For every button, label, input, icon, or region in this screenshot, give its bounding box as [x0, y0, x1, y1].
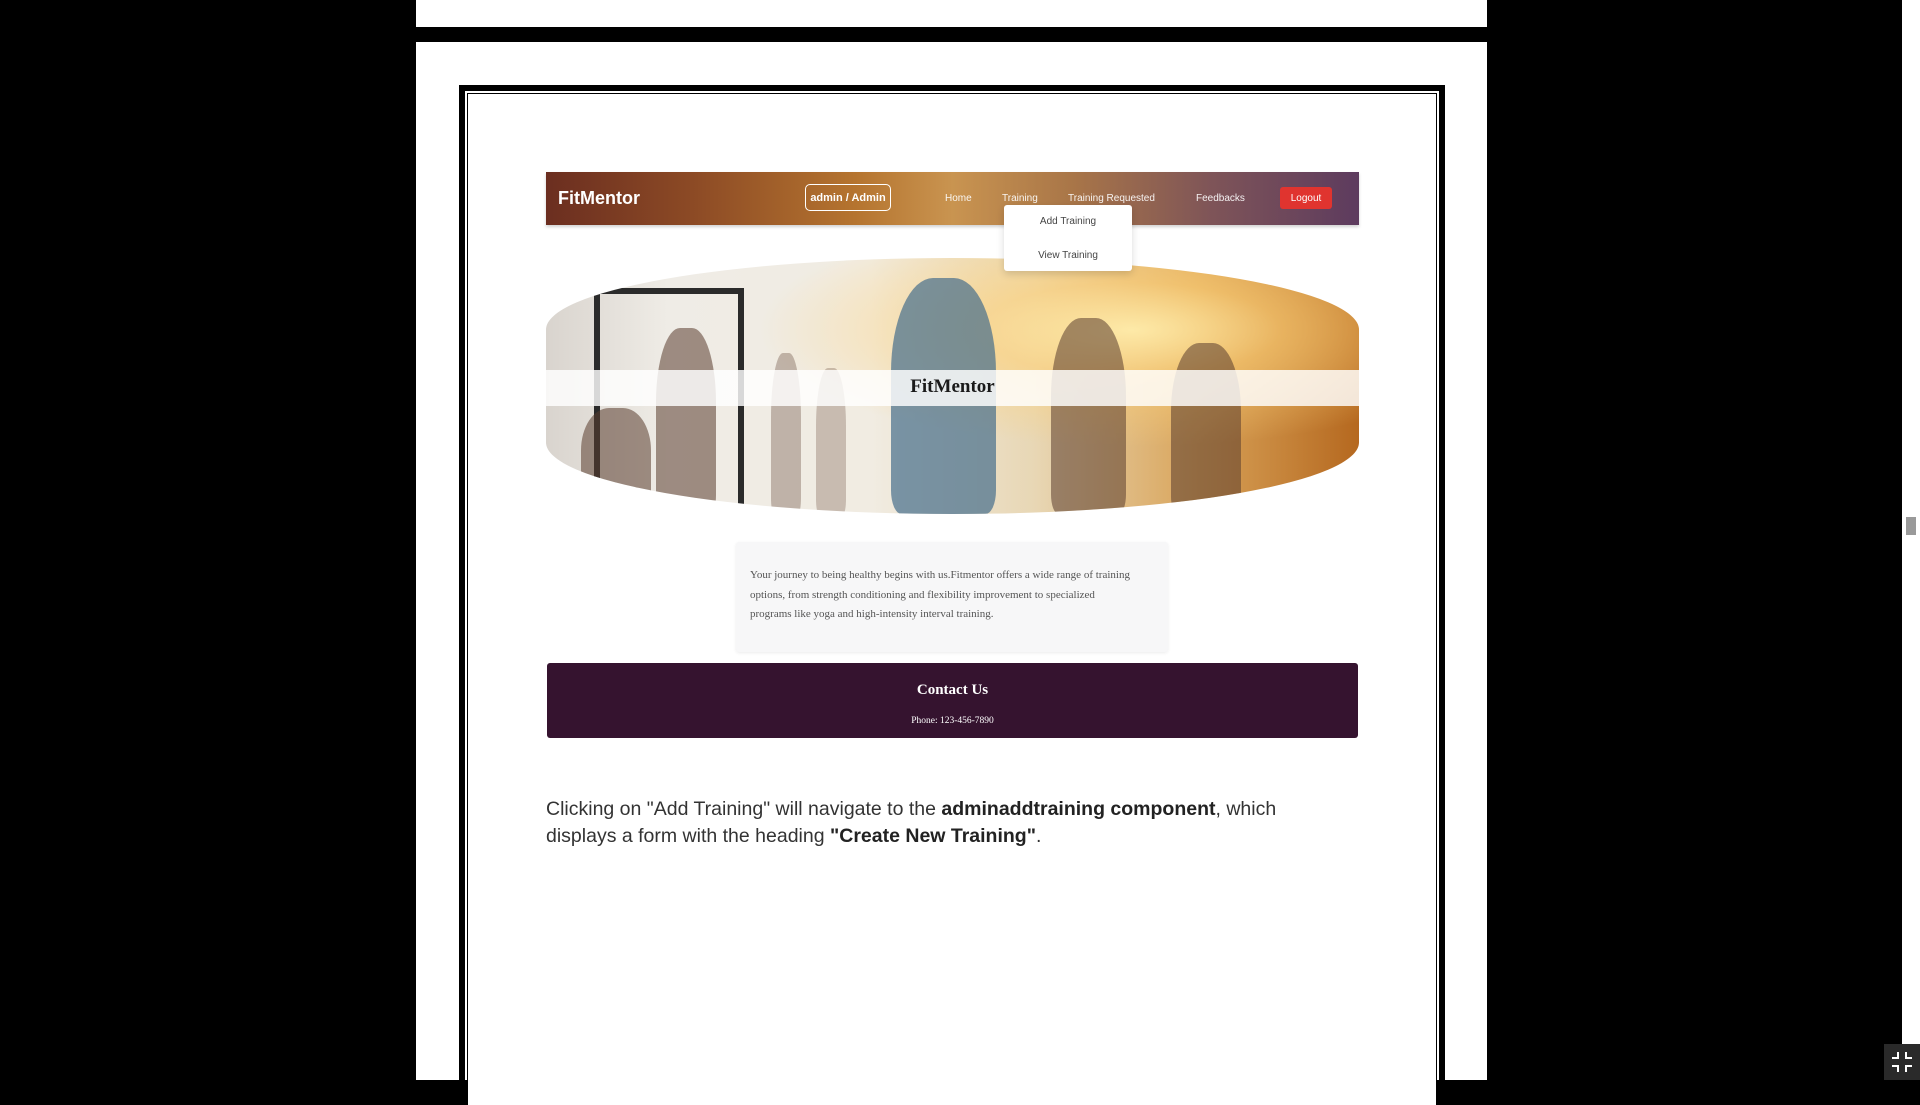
caption-heading-name: "Create New Training" — [830, 825, 1036, 847]
app-brand[interactable]: FitMentor — [558, 188, 640, 209]
caption-component-name: adminaddtraining component — [941, 798, 1216, 820]
nav-training[interactable]: Training — [1002, 193, 1038, 204]
nav-training-requested[interactable]: Training Requested — [1068, 193, 1155, 204]
rack-bar — [594, 288, 744, 294]
dropdown-view-training[interactable]: View Training — [1004, 250, 1132, 261]
nav-feedbacks[interactable]: Feedbacks — [1196, 193, 1245, 204]
contact-phone: Phone: 123-456-7890 — [911, 716, 994, 726]
person-figure — [656, 328, 716, 514]
training-dropdown-menu: Add Training View Training — [1004, 205, 1132, 271]
about-text: Your journey to being healthy begins wit… — [750, 569, 1130, 620]
hero-banner: FitMentor — [546, 258, 1359, 514]
nav-home[interactable]: Home — [945, 193, 972, 204]
doc-caption: Clicking on "Add Training" will navigate… — [546, 796, 1316, 850]
app-screenshot: FitMentor admin / Admin Home Training Tr… — [546, 172, 1359, 738]
person-figure — [1051, 318, 1126, 514]
scrollbar-thumb[interactable] — [1906, 517, 1916, 535]
exit-fullscreen-button[interactable] — [1884, 1044, 1920, 1080]
exit-fullscreen-icon — [1892, 1052, 1912, 1072]
dropdown-add-training[interactable]: Add Training — [1004, 216, 1132, 227]
person-figure — [581, 408, 651, 514]
contact-title: Contact Us — [916, 682, 989, 698]
user-badge: admin / Admin — [805, 184, 891, 211]
caption-text: Clicking on "Add Training" will navigate… — [546, 798, 942, 820]
caption-text: . — [1035, 825, 1042, 847]
hero-title: FitMentor — [910, 376, 995, 397]
contact-section: Contact Us Phone: 123-456-7890 — [547, 663, 1358, 738]
previous-page-edge — [416, 0, 1487, 27]
about-card: Your journey to being healthy begins wit… — [736, 542, 1168, 652]
logout-button[interactable]: Logout — [1280, 187, 1332, 209]
app-navbar: FitMentor admin / Admin Home Training Tr… — [546, 172, 1359, 271]
person-figure — [1171, 343, 1241, 514]
vertical-scrollbar[interactable] — [1902, 0, 1920, 1080]
